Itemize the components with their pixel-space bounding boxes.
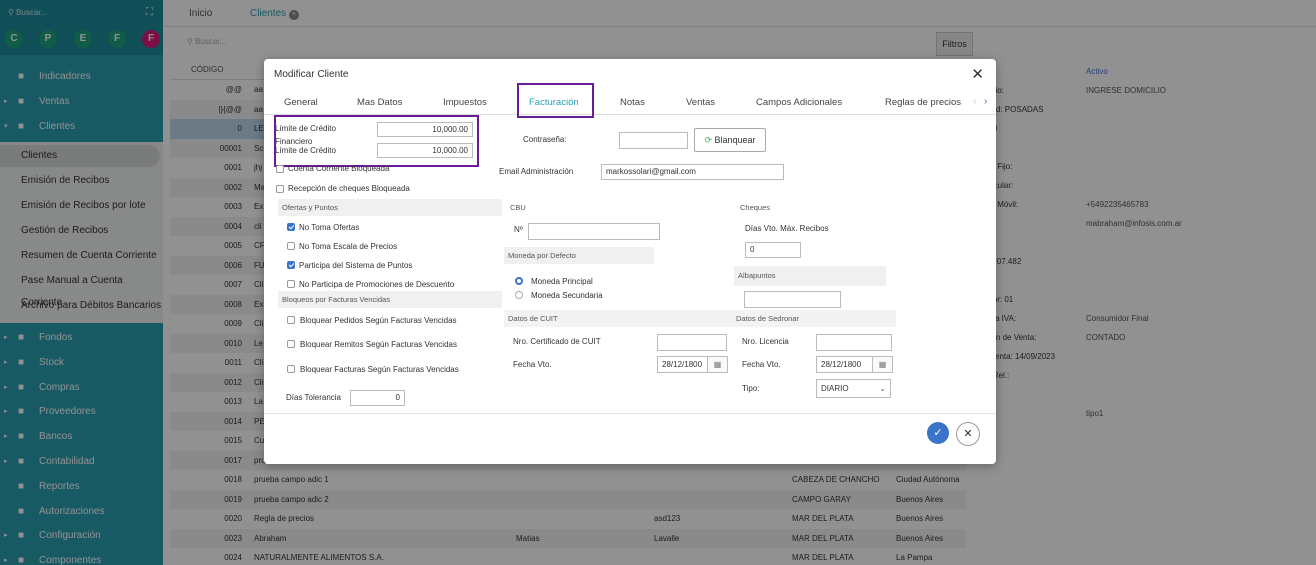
- calendar-icon[interactable]: ▦: [873, 356, 893, 373]
- licencia-label: Nro. Licencia: [742, 337, 789, 346]
- cuit-cert-label: Nro. Certificado de CUIT: [513, 337, 601, 346]
- dias-vto-label: Días Vto. Máx. Recibos: [745, 224, 829, 233]
- contrasena-input[interactable]: [619, 132, 688, 149]
- tab-highlight-box: [517, 83, 594, 118]
- bloq-pedidos-checkbox[interactable]: [287, 316, 295, 324]
- cuit-cert-input[interactable]: [657, 334, 727, 351]
- cheques-bloqueada-checkbox[interactable]: [276, 185, 284, 193]
- moneda-secundaria-radio[interactable]: [515, 291, 523, 299]
- cbu-section-header: CBU: [510, 203, 526, 212]
- dias-tolerancia-label: Días Tolerancia: [286, 393, 341, 402]
- chevron-left-icon[interactable]: ‹: [973, 96, 976, 107]
- tipo-select-value: DIARIO: [821, 384, 849, 393]
- confirm-button[interactable]: ✓: [927, 422, 949, 444]
- check-icon: ✓: [933, 427, 943, 439]
- tab-impuestos[interactable]: Impuestos: [443, 97, 487, 108]
- email-label: Email Administración: [499, 167, 574, 176]
- bloq-remitos-checkbox[interactable]: [287, 340, 295, 348]
- ofertas-section-header: Ofertas y Puntos: [278, 199, 502, 216]
- tab-mas-datos[interactable]: Mas Datos: [357, 97, 402, 108]
- cheques-bloqueada-label: Recepción de cheques Bloqueada: [288, 184, 410, 193]
- moneda-section-header: Moneda por Defecto: [504, 247, 654, 264]
- bloq-facturas-label: Bloquear Facturas Según Facturas Vencida…: [300, 365, 459, 374]
- cancel-button[interactable]: ✕: [956, 422, 980, 446]
- tab-reglas-precios[interactable]: Reglas de precios: [885, 97, 961, 108]
- moneda-principal-label: Moneda Principal: [531, 277, 593, 286]
- cc-bloqueada-checkbox[interactable]: [276, 165, 284, 173]
- tab-ventas[interactable]: Ventas: [686, 97, 715, 108]
- cuit-sedronar-header-bg: [504, 310, 896, 327]
- refresh-icon: ⟳: [704, 135, 712, 145]
- cheques-section-header: Cheques: [740, 203, 771, 212]
- tab-notas[interactable]: Notas: [620, 97, 645, 108]
- tab-campos-adicionales[interactable]: Campos Adicionales: [756, 97, 842, 108]
- albapuntos-input[interactable]: [744, 291, 841, 308]
- blanquear-label: Blanquear: [714, 135, 756, 145]
- email-input[interactable]: markossolari@gmail.com: [601, 164, 784, 180]
- cuit-section-header: Datos de CUIT: [508, 314, 558, 323]
- cbu-input[interactable]: [528, 223, 660, 240]
- app: ⚲ Buscar... ⛶ C P E F F ■ Indicadores ▸ ■ Ve…: [0, 0, 1316, 565]
- cuit-fecha-label: Fecha Vto.: [513, 360, 552, 369]
- no-toma-ofertas-label: No Toma Ofertas: [299, 223, 360, 232]
- bloq-remitos-label: Bloquear Remitos Según Facturas Vencidas: [300, 340, 457, 349]
- sedronar-fecha-input[interactable]: 28/12/1800: [816, 356, 873, 373]
- tipo-label: Tipo:: [742, 384, 760, 393]
- close-icon: ✕: [963, 428, 973, 440]
- moneda-principal-radio[interactable]: [515, 277, 523, 285]
- sedronar-section-header: Datos de Sedronar: [736, 314, 799, 323]
- dias-vto-input[interactable]: 0: [745, 242, 801, 258]
- credit-highlight-box: [274, 115, 479, 167]
- calendar-icon[interactable]: ▦: [708, 356, 728, 373]
- bloq-pedidos-label: Bloquear Pedidos Según Facturas Vencidas: [300, 316, 457, 325]
- bloq-facturas-checkbox[interactable]: [287, 365, 295, 373]
- chevron-right-icon[interactable]: ›: [984, 96, 987, 107]
- modify-client-dialog: Modificar Cliente ✕ General Mas Datos Im…: [264, 59, 996, 464]
- no-toma-escala-label: No Toma Escala de Precios: [299, 242, 398, 251]
- cbu-label: Nº: [514, 225, 523, 234]
- close-icon[interactable]: ✕: [971, 65, 984, 83]
- no-participa-promos-label: No Participa de Promociones de Descuento: [299, 280, 455, 289]
- dialog-footer-divider: [264, 413, 996, 414]
- sedronar-fecha-label: Fecha Vto.: [742, 360, 781, 369]
- participa-puntos-checkbox[interactable]: [287, 261, 295, 269]
- tab-general[interactable]: General: [284, 97, 318, 108]
- contrasena-label: Contraseña:: [523, 135, 567, 144]
- dias-tolerancia-input[interactable]: 0: [350, 390, 405, 406]
- albapuntos-section-header: Albapuntos: [734, 266, 886, 286]
- no-toma-escala-checkbox[interactable]: [287, 242, 295, 250]
- bloqueos-section-header: Bloqueos por Facturas Vencidas: [278, 291, 502, 308]
- no-toma-ofertas-checkbox[interactable]: [287, 223, 295, 231]
- participa-puntos-label: Participa del Sistema de Puntos: [299, 261, 413, 270]
- tipo-select[interactable]: DIARIO ⌄: [816, 379, 891, 398]
- chevron-down-icon: ⌄: [879, 384, 886, 393]
- no-participa-promos-checkbox[interactable]: [287, 280, 295, 288]
- dialog-tabs: General Mas Datos Impuestos Facturación …: [264, 89, 996, 115]
- moneda-secundaria-label: Moneda Secundaria: [531, 291, 603, 300]
- dialog-title: Modificar Cliente: [274, 69, 349, 80]
- cc-bloqueada-label: Cuenta Corriente Bloqueada: [288, 164, 390, 173]
- cuit-fecha-input[interactable]: 28/12/1800: [657, 356, 708, 373]
- licencia-input[interactable]: [816, 334, 892, 351]
- blanquear-button[interactable]: ⟳ Blanquear: [694, 128, 766, 152]
